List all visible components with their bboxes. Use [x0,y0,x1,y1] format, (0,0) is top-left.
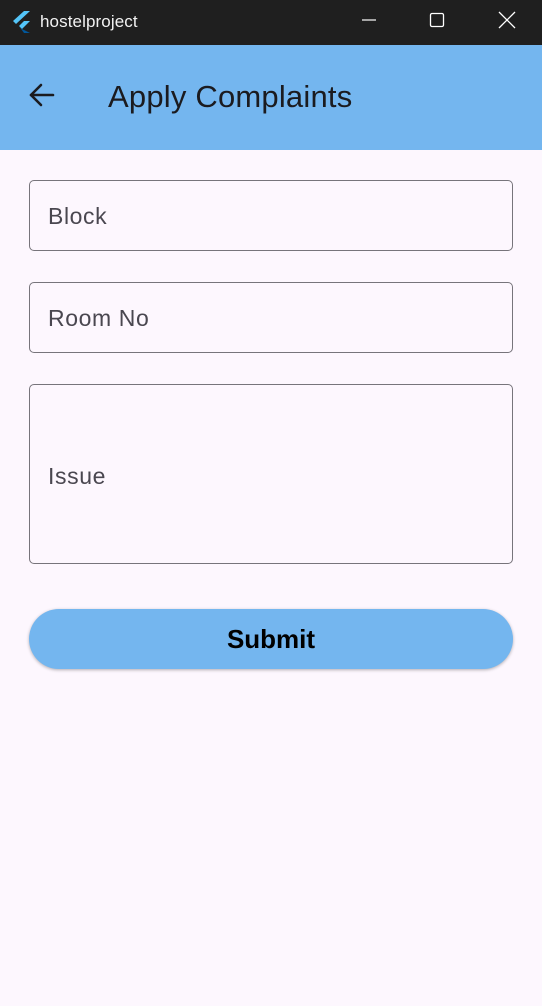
minimize-button[interactable] [334,0,404,45]
window-title: hostelproject [40,12,138,31]
submit-button[interactable]: Submit [29,609,513,669]
room-no-field[interactable]: Room No [29,282,513,353]
issue-field[interactable]: Issue [29,384,513,564]
app-bar: Apply Complaints [0,45,542,150]
window-titlebar: hostelproject [0,0,542,45]
close-icon [498,11,516,34]
maximize-icon [429,12,445,33]
room-no-placeholder: Room No [48,305,150,331]
minimize-icon [361,12,377,33]
close-button[interactable] [472,0,542,45]
flutter-logo-icon [12,11,32,33]
back-button[interactable] [18,73,66,121]
issue-placeholder: Issue [48,463,106,489]
block-placeholder: Block [48,203,108,229]
maximize-button[interactable] [402,0,472,45]
block-field[interactable]: Block [29,180,513,251]
page-title: Apply Complaints [108,79,353,114]
arrow-left-icon [28,81,56,114]
